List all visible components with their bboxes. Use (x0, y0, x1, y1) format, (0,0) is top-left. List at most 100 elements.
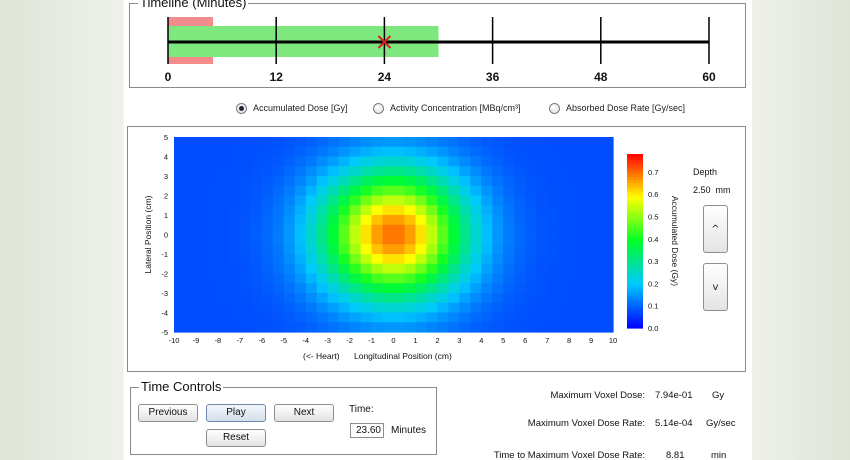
heatmap-cell (360, 234, 373, 245)
heatmap-cell (602, 146, 614, 158)
depth-down-button[interactable]: v (703, 263, 728, 311)
depth-up-button[interactable]: ^ (703, 205, 728, 253)
heatmap-cell (327, 302, 340, 314)
radio-circle (373, 102, 384, 114)
heatmap-cell (525, 166, 537, 177)
heatmap-cell (272, 195, 285, 206)
heatmap-cell (184, 273, 197, 284)
heatmap-cell (338, 302, 351, 314)
heatmap-cell (558, 215, 570, 226)
time-input[interactable]: 23.60 (350, 423, 384, 438)
heatmap-cell (305, 205, 318, 216)
heatmap-cell (448, 254, 460, 265)
heatmap-cell (294, 302, 307, 314)
x-tick-label: 7 (545, 336, 549, 345)
depth-label: Depth (693, 167, 718, 177)
timeline-track[interactable]: 0 12 24 36 48 60 (130, 4, 747, 89)
y-tick-label: 0 (164, 231, 168, 240)
heatmap-cell (371, 234, 384, 245)
heatmap-cell (525, 176, 537, 187)
heatmap-cell (228, 185, 241, 197)
heatmap-cell (437, 273, 449, 284)
heatmap-cell (294, 146, 307, 158)
time-label: Time: (349, 404, 374, 415)
heatmap-cell (294, 224, 307, 236)
heatmap-cell (371, 176, 384, 187)
heatmap-cell (371, 205, 384, 216)
heatmap-cell (514, 244, 526, 255)
heatmap-cell (360, 166, 373, 177)
heatmap-cell (184, 234, 197, 245)
heatmap-cell (580, 195, 592, 206)
heatmap-cell (514, 156, 526, 167)
heatmap-cell (349, 273, 362, 284)
heatmap-cell (602, 254, 614, 265)
heatmap-cell (228, 234, 241, 245)
heatmap-cell (525, 254, 537, 265)
heatmap-cell (228, 195, 241, 206)
heatmap-cell (404, 205, 417, 216)
max-voxel-dose-rate-value: 5.14e-04 (655, 418, 693, 429)
reset-button[interactable]: Reset (206, 429, 266, 447)
heatmap-cell (569, 293, 581, 304)
heatmap-cell (514, 234, 526, 245)
heatmap-cell (393, 224, 406, 236)
heatmap-cell (239, 166, 252, 177)
heatmap-cell (426, 254, 438, 265)
heatmap-cell (459, 137, 471, 148)
radio-activity-concentration[interactable]: Activity Concentration [MBq/cm³] (373, 100, 521, 116)
heatmap-cell (415, 312, 428, 323)
x-tick-label: -4 (302, 336, 309, 345)
heatmap-cell (360, 224, 373, 236)
next-button[interactable]: Next (274, 404, 334, 422)
heatmap-cell (437, 293, 449, 304)
heatmap-cell (426, 195, 438, 206)
heatmap-cell (415, 176, 428, 187)
heatmap-cell (558, 205, 570, 216)
heatmap-cell (261, 224, 274, 236)
radio-accumulated-dose[interactable]: Accumulated Dose [Gy] (236, 100, 348, 116)
heatmap-cell (184, 293, 197, 304)
heatmap-cell (481, 205, 493, 216)
x-tick-label: -7 (237, 336, 244, 345)
heatmap-cell (316, 312, 329, 323)
heatmap-cell (426, 215, 438, 226)
heatmap-cell (272, 283, 285, 294)
radio-absorbed-dose-rate[interactable]: Absorbed Dose Rate [Gy/sec] (549, 100, 685, 116)
heatmap-cell (514, 205, 526, 216)
heatmap-cell (580, 273, 592, 284)
heatmap-cell (371, 283, 384, 294)
heatmap-cell (470, 312, 482, 323)
heatmap-cell (481, 283, 493, 294)
previous-button[interactable]: Previous (138, 404, 198, 422)
heatmap-cell (174, 293, 186, 304)
heatmap-cell (547, 312, 559, 323)
heatmap-cell (448, 224, 460, 236)
depth-unit: mm (715, 185, 731, 195)
heatmap-cell (393, 156, 406, 167)
radio-label: Absorbed Dose Rate [Gy/sec] (566, 103, 686, 113)
heatmap-cell (415, 166, 428, 177)
heatmap-cell (525, 302, 537, 314)
heatmap-cell (437, 205, 449, 216)
heatmap-cell (195, 254, 208, 265)
heatmap-cell (426, 234, 438, 245)
heatmap-cell (261, 156, 274, 167)
heatmap-cell (415, 322, 428, 333)
heatmap-cell (239, 146, 252, 158)
heatmap-cell (272, 185, 285, 197)
heatmap-cell (360, 293, 373, 304)
radio-label: Activity Concentration [MBq/cm³] (390, 103, 521, 113)
play-button[interactable]: Play (206, 404, 266, 422)
heatmap-cell (327, 215, 340, 226)
heatmap-cell (360, 215, 373, 226)
heatmap-cell (448, 312, 460, 323)
heatmap-cell (580, 137, 592, 148)
radio-circle (549, 102, 560, 114)
heatmap-cell (371, 322, 384, 333)
heatmap-cell (228, 244, 241, 255)
heatmap-cell (558, 273, 570, 284)
heatmap-cell (426, 205, 438, 216)
heatmap-cell (415, 244, 428, 255)
heatmap-cell (250, 302, 263, 314)
